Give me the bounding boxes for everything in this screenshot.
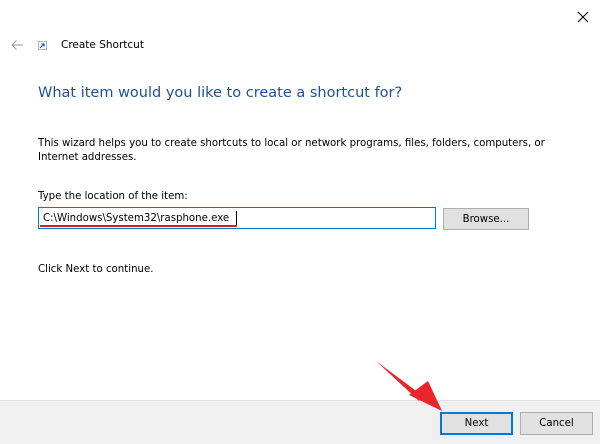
continue-instruction: Click Next to continue. (38, 264, 154, 275)
wizard-description: This wizard helps you to create shortcut… (38, 138, 545, 163)
browse-button[interactable]: Browse... (443, 208, 529, 230)
cancel-button[interactable]: Cancel (520, 412, 593, 435)
red-arrow-annotation (376, 361, 442, 411)
page-heading: What item would you like to create a sho… (38, 85, 403, 101)
close-button[interactable] (570, 6, 596, 28)
back-arrow-icon (11, 40, 23, 50)
text-caret (236, 211, 237, 225)
back-button[interactable] (8, 36, 26, 54)
location-label: Type the location of the item: (38, 191, 188, 202)
red-underline-annotation (40, 225, 237, 227)
title-bar: Create Shortcut (8, 34, 144, 56)
window-title: Create Shortcut (61, 39, 144, 51)
close-icon (577, 11, 589, 23)
shortcut-icon (38, 40, 48, 50)
next-button[interactable]: Next (440, 412, 513, 435)
